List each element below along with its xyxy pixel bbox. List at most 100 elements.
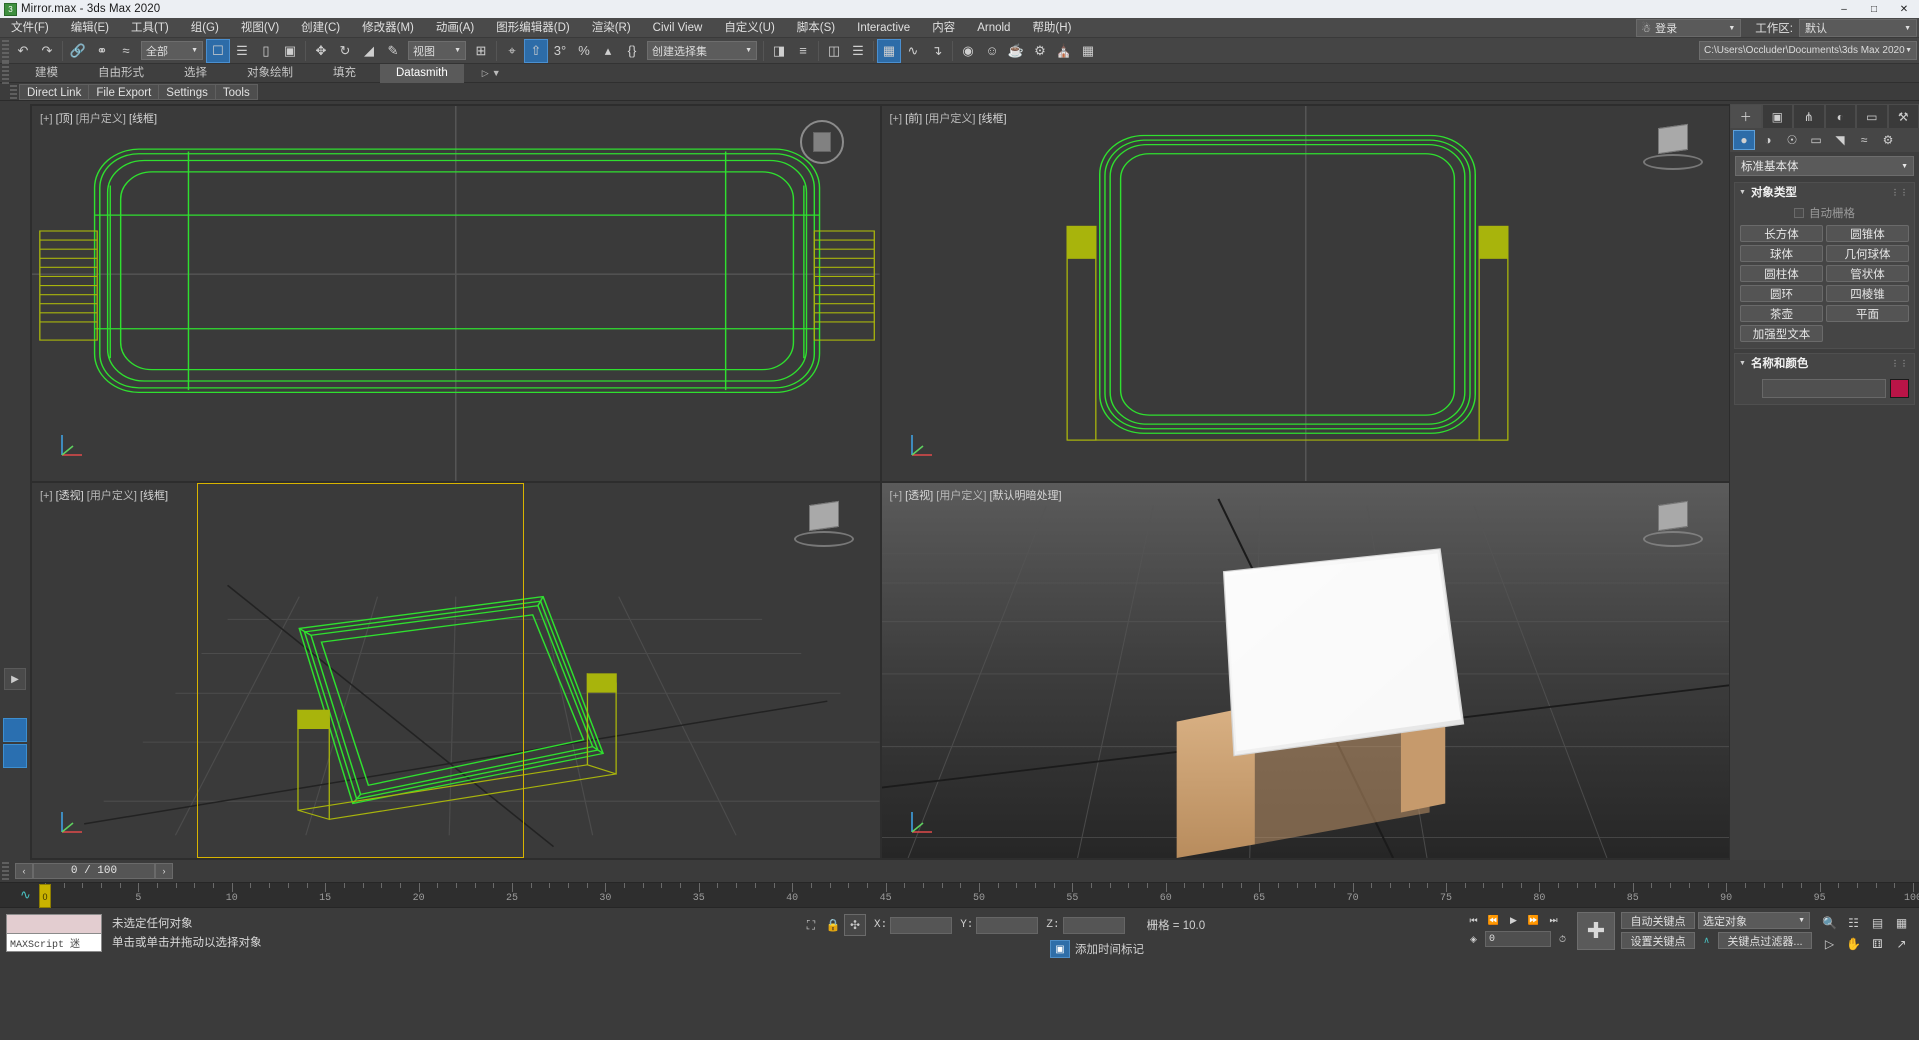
key-filters-button[interactable]: 关键点过滤器... — [1718, 932, 1812, 949]
geometry-icon[interactable]: ● — [1733, 130, 1755, 150]
object-name-input[interactable] — [1762, 379, 1886, 398]
curve-editor-icon[interactable]: ∿ — [901, 39, 925, 63]
selection-lock-icon[interactable]: 🔒 — [822, 914, 844, 936]
key-target-dropdown[interactable]: 选定对象 ▼ — [1698, 912, 1810, 929]
torus-button[interactable]: 圆环 — [1740, 285, 1823, 302]
workspace-dropdown[interactable]: 默认 ▼ — [1799, 19, 1917, 37]
menu-arnold[interactable]: Arnold — [966, 18, 1021, 38]
reference-coordinate-dropdown[interactable]: 视图 ▼ — [408, 41, 466, 60]
track-bar[interactable]: ∿ 5 10 15 20 25 30 35 40 45 50 55 60 65 70 75 80 85 90 95 1… — [0, 882, 1919, 908]
zoom-all-icon[interactable]: ☷ — [1842, 913, 1865, 933]
menu-views[interactable]: 视图(V) — [230, 18, 290, 38]
field-of-view-icon[interactable]: ▷ — [1818, 934, 1841, 954]
project-path-dropdown[interactable]: C:\Users\Occluder\Documents\3ds Max 2020… — [1699, 41, 1917, 60]
material-editor-icon[interactable]: ◉ — [956, 39, 980, 63]
view-cube-face[interactable] — [1658, 123, 1688, 155]
space-warps-icon[interactable]: ≈ — [1853, 130, 1875, 150]
vp-view[interactable]: [前] — [905, 113, 922, 125]
cameras-icon[interactable]: ▭ — [1805, 130, 1827, 150]
front-viewport[interactable]: [+] [前] [用户定义] [线框] — [881, 106, 1729, 481]
view-cube-ring[interactable] — [1643, 531, 1703, 547]
datasmith-file-export[interactable]: File Export — [88, 83, 159, 100]
layer-explorer-tile[interactable] — [3, 744, 27, 768]
frame-ruler[interactable]: 5 10 15 20 25 30 35 40 45 50 55 60 65 70 75 80 85 90 95 100 — [45, 883, 1919, 909]
bind-space-warp-icon[interactable]: ≈ — [114, 39, 138, 63]
autogrid-checkbox[interactable] — [1794, 208, 1804, 218]
zoom-extents-icon[interactable]: ▤ — [1866, 913, 1889, 933]
menu-modifiers[interactable]: 修改器(M) — [351, 18, 425, 38]
current-frame-field[interactable]: 0 — [1485, 931, 1551, 947]
name-color-header[interactable]: ▼ 名称和颜色 ⋮⋮ — [1735, 354, 1914, 372]
menu-create[interactable]: 创建(C) — [290, 18, 351, 38]
key-tangent-icon[interactable]: ∧ — [1698, 933, 1715, 949]
helpers-icon[interactable]: ◥ — [1829, 130, 1851, 150]
vp-plus[interactable]: [+] — [40, 113, 53, 125]
select-move-icon[interactable]: ✥ — [309, 39, 333, 63]
vp-plus[interactable]: [+] — [890, 113, 903, 125]
teapot-button[interactable]: 茶壶 — [1740, 305, 1823, 322]
datasmith-grip[interactable] — [10, 84, 17, 99]
use-pivot-point-icon[interactable]: ⊞ — [469, 39, 493, 63]
key-mode-toggle-icon[interactable]: ◈ — [1465, 931, 1482, 947]
named-selection-set-dropdown[interactable]: 创建选择集 ▼ — [647, 41, 757, 60]
vp-plus[interactable]: [+] — [890, 490, 903, 502]
view-cube-ring[interactable] — [793, 531, 854, 547]
login-dropdown[interactable]: ☃ 登录 ▼ — [1636, 19, 1742, 37]
vp-shading[interactable]: [线框] — [978, 113, 1006, 125]
vp-shading[interactable]: [线框] — [140, 490, 168, 502]
view-cube-ring[interactable] — [1643, 154, 1703, 170]
menu-rendering[interactable]: 渲染(R) — [581, 18, 642, 38]
menu-file[interactable]: 文件(F) — [0, 18, 60, 38]
layer-explorer-icon[interactable]: ☰ — [846, 39, 870, 63]
create-tab[interactable]: ＋ — [1730, 104, 1762, 128]
view-cube[interactable] — [1643, 120, 1703, 170]
orbit-icon[interactable]: ⚅ — [1866, 934, 1889, 954]
motion-tab[interactable]: ◐ — [1824, 104, 1856, 128]
expand-rail-button[interactable]: ▶ — [4, 668, 26, 690]
subcategory-dropdown[interactable]: 标准基本体 ▼ — [1735, 156, 1914, 176]
render-setup-icon[interactable]: ☺ — [980, 39, 1004, 63]
rendered-frame-icon[interactable]: ☕ — [1004, 39, 1028, 63]
vp-shading[interactable]: [线框] — [129, 113, 157, 125]
select-rotate-icon[interactable]: ↻ — [333, 39, 357, 63]
maxscript-input-pane[interactable]: MAXScript 迷 — [6, 934, 102, 952]
maxscript-output-pane[interactable] — [6, 914, 102, 934]
vp-shading[interactable]: [默认明暗处理] — [989, 490, 1061, 502]
lights-icon[interactable]: ☉ — [1781, 130, 1803, 150]
render-in-cloud-icon[interactable]: ▦ — [1076, 39, 1100, 63]
vp-style[interactable]: [用户定义] — [936, 490, 986, 502]
set-keys-button[interactable]: ✚ — [1577, 912, 1615, 950]
select-object-icon[interactable]: ☐ — [206, 38, 230, 63]
time-tag-area[interactable]: ▣ 添加时间标记 — [1050, 940, 1144, 958]
datasmith-settings[interactable]: Settings — [158, 83, 215, 100]
menu-scripting[interactable]: 脚本(S) — [786, 18, 846, 38]
menu-animation[interactable]: 动画(A) — [425, 18, 485, 38]
angle-snap-icon[interactable]: 3° — [548, 39, 572, 63]
hierarchy-tab[interactable]: ⋔ — [1793, 104, 1825, 128]
select-place-icon[interactable]: ✎ — [381, 39, 405, 63]
percent-snap-icon[interactable]: % — [572, 39, 596, 63]
selection-lock-region-icon[interactable]: ⛶ — [800, 914, 822, 936]
view-cube-face[interactable] — [808, 500, 839, 532]
menu-content[interactable]: 内容 — [921, 18, 966, 38]
datasmith-direct-link[interactable]: Direct Link — [19, 83, 89, 100]
time-playhead[interactable]: 0 — [39, 884, 51, 908]
mirror-icon[interactable]: ◨ — [767, 39, 791, 63]
time-configuration-icon[interactable]: ⏱ — [1554, 931, 1571, 947]
drag-handle-icon[interactable]: ⋮⋮ — [1891, 359, 1909, 368]
schematic-view-icon[interactable]: ↴ — [925, 39, 949, 63]
perspective-shaded-viewport[interactable]: [+] [透视] [用户定义] [默认明暗处理] — [881, 483, 1729, 858]
absolute-relative-transform-icon[interactable]: ✣ — [844, 914, 866, 936]
menu-customize[interactable]: 自定义(U) — [713, 18, 785, 38]
menu-group[interactable]: 组(G) — [180, 18, 230, 38]
plane-button[interactable]: 平面 — [1826, 305, 1909, 322]
menu-edit[interactable]: 编辑(E) — [60, 18, 120, 38]
pyramid-button[interactable]: 四棱锥 — [1826, 285, 1909, 302]
next-frame-button[interactable]: › — [155, 863, 173, 879]
snap-toggle-icon[interactable]: ⇧ — [524, 38, 548, 63]
maximize-button[interactable]: □ — [1859, 0, 1889, 18]
mini-curve-editor-icon[interactable]: ∿ — [20, 887, 31, 903]
unlink-icon[interactable]: ⚭ — [90, 39, 114, 63]
ribbon-tab-freeform[interactable]: 自由形式 — [82, 64, 160, 83]
y-field[interactable] — [976, 916, 1039, 934]
